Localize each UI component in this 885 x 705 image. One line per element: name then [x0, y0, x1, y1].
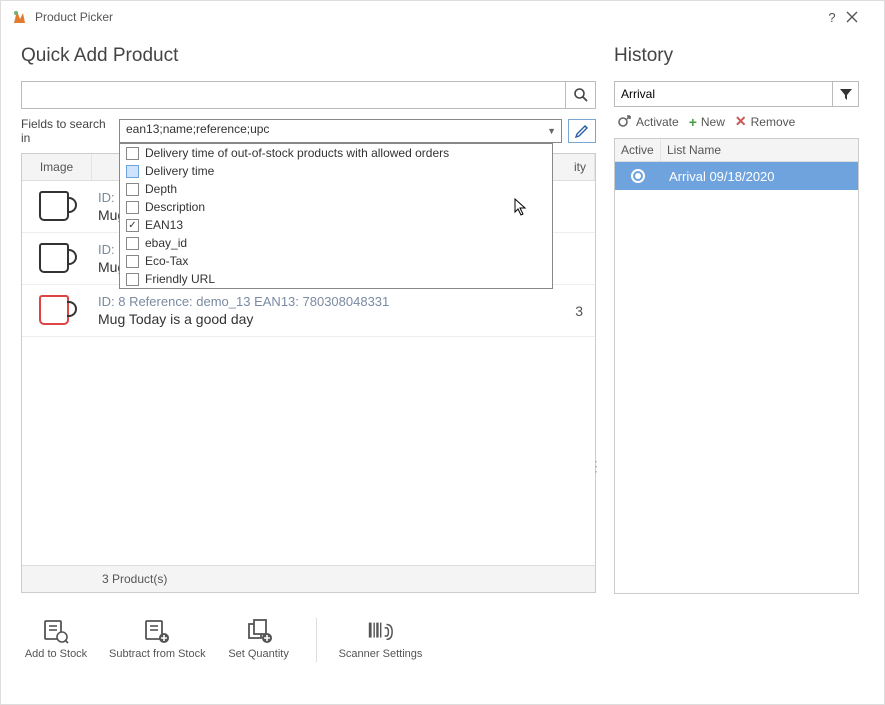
set-qty-label: Set Quantity — [228, 648, 289, 660]
dropdown-option-label: Depth — [145, 182, 177, 196]
dropdown-option-label: Eco-Tax — [145, 254, 188, 268]
close-button[interactable] — [846, 11, 874, 23]
checkbox-icon — [126, 165, 139, 178]
checkbox-icon — [126, 273, 139, 286]
product-qty: 3 — [545, 285, 595, 336]
titlebar: Product Picker ? — [1, 1, 884, 33]
dropdown-option[interactable]: Eco-Tax — [120, 252, 552, 270]
history-active-radio[interactable] — [615, 169, 661, 183]
dropdown-option[interactable]: Delivery time — [120, 162, 552, 180]
product-thumb — [22, 233, 92, 284]
history-search-input[interactable] — [614, 81, 833, 107]
dropdown-option-label: Delivery time of out-of-stock products w… — [145, 146, 449, 160]
add-to-stock-button[interactable]: Add to Stock — [21, 618, 91, 660]
set-qty-icon — [245, 618, 273, 644]
activate-label: Activate — [636, 115, 679, 129]
table-row[interactable]: ID: 8 Reference: demo_13 EAN13: 78030804… — [22, 285, 595, 337]
checkbox-icon — [126, 183, 139, 196]
col-active[interactable]: Active — [615, 139, 661, 161]
remove-button[interactable]: ✕ Remove — [735, 113, 795, 130]
history-row[interactable]: Arrival 09/18/2020 — [615, 162, 858, 190]
history-grid: Active List Name Arrival 09/18/2020 — [614, 138, 859, 594]
dropdown-option[interactable]: Depth — [120, 180, 552, 198]
scanner-settings-button[interactable]: Scanner Settings — [339, 618, 423, 660]
dropdown-option[interactable]: ebay_id — [120, 234, 552, 252]
scanner-label: Scanner Settings — [339, 648, 423, 660]
product-search-input[interactable] — [21, 81, 566, 109]
history-panel: History Activate + New ✕ Remove — [614, 33, 859, 594]
dropdown-option[interactable]: Description — [120, 198, 552, 216]
checkbox-icon — [126, 237, 139, 250]
help-button[interactable]: ? — [818, 10, 846, 25]
subtract-stock-icon — [143, 618, 171, 644]
scanner-icon — [366, 618, 394, 644]
activate-button[interactable]: Activate — [616, 113, 679, 130]
product-name: Mug Today is a good day — [98, 311, 539, 327]
drag-handle-icon[interactable]: ⋮ — [589, 464, 603, 468]
search-button[interactable] — [566, 81, 596, 109]
quick-add-panel: Quick Add Product Fields to search in ea… — [21, 33, 596, 594]
dropdown-option[interactable]: Delivery time of out-of-stock products w… — [120, 144, 552, 162]
grid-footer: 3 Product(s) — [22, 565, 595, 592]
product-thumb — [22, 181, 92, 232]
add-stock-label: Add to Stock — [25, 648, 87, 660]
set-quantity-button[interactable]: Set Quantity — [224, 618, 294, 660]
dropdown-option-label: Friendly URL — [145, 272, 215, 286]
checkbox-icon — [126, 201, 139, 214]
col-image[interactable]: Image — [22, 154, 92, 180]
dropdown-option-label: EAN13 — [145, 218, 183, 232]
window-title: Product Picker — [35, 10, 818, 24]
dropdown-option-label: ebay_id — [145, 236, 187, 250]
dropdown-option-label: Delivery time — [145, 164, 214, 178]
remove-label: Remove — [751, 115, 796, 129]
add-stock-icon — [42, 618, 70, 644]
remove-icon: ✕ — [735, 113, 747, 130]
history-toolbar: Activate + New ✕ Remove — [616, 113, 859, 130]
toolbar-separator — [316, 618, 317, 662]
plus-icon: + — [689, 115, 697, 129]
checkbox-icon — [126, 147, 139, 160]
fields-label: Fields to search in — [21, 117, 113, 145]
new-button[interactable]: + New — [689, 113, 725, 130]
dropdown-option[interactable]: Friendly URL — [120, 270, 552, 288]
dropdown-option-label: Description — [145, 200, 205, 214]
filter-button[interactable] — [833, 81, 859, 107]
product-thumb — [22, 285, 92, 336]
checkbox-icon: ✓ — [126, 219, 139, 232]
fields-select-value: ean13;name;reference;upc — [126, 122, 269, 136]
app-icon — [11, 9, 27, 25]
activate-icon — [616, 114, 632, 130]
history-heading: History — [614, 45, 859, 67]
subtract-stock-label: Subtract from Stock — [109, 648, 206, 660]
fields-dropdown[interactable]: Delivery time of out-of-stock products w… — [119, 143, 553, 289]
dropdown-option[interactable]: ✓ EAN13 — [120, 216, 552, 234]
history-list-name: Arrival 09/18/2020 — [661, 169, 858, 184]
chevron-down-icon: ▼ — [547, 126, 556, 136]
new-label: New — [701, 115, 725, 129]
subtract-from-stock-button[interactable]: Subtract from Stock — [109, 618, 206, 660]
checkbox-icon — [126, 255, 139, 268]
quick-add-heading: Quick Add Product — [21, 45, 596, 67]
product-idline: ID: 8 Reference: demo_13 EAN13: 78030804… — [98, 294, 539, 309]
fields-select[interactable]: ean13;name;reference;upc ▼ — [119, 119, 562, 143]
bottom-toolbar: Add to Stock Subtract from Stock Set Qua… — [1, 604, 884, 676]
edit-fields-button[interactable] — [568, 119, 596, 143]
col-listname[interactable]: List Name — [661, 139, 858, 161]
